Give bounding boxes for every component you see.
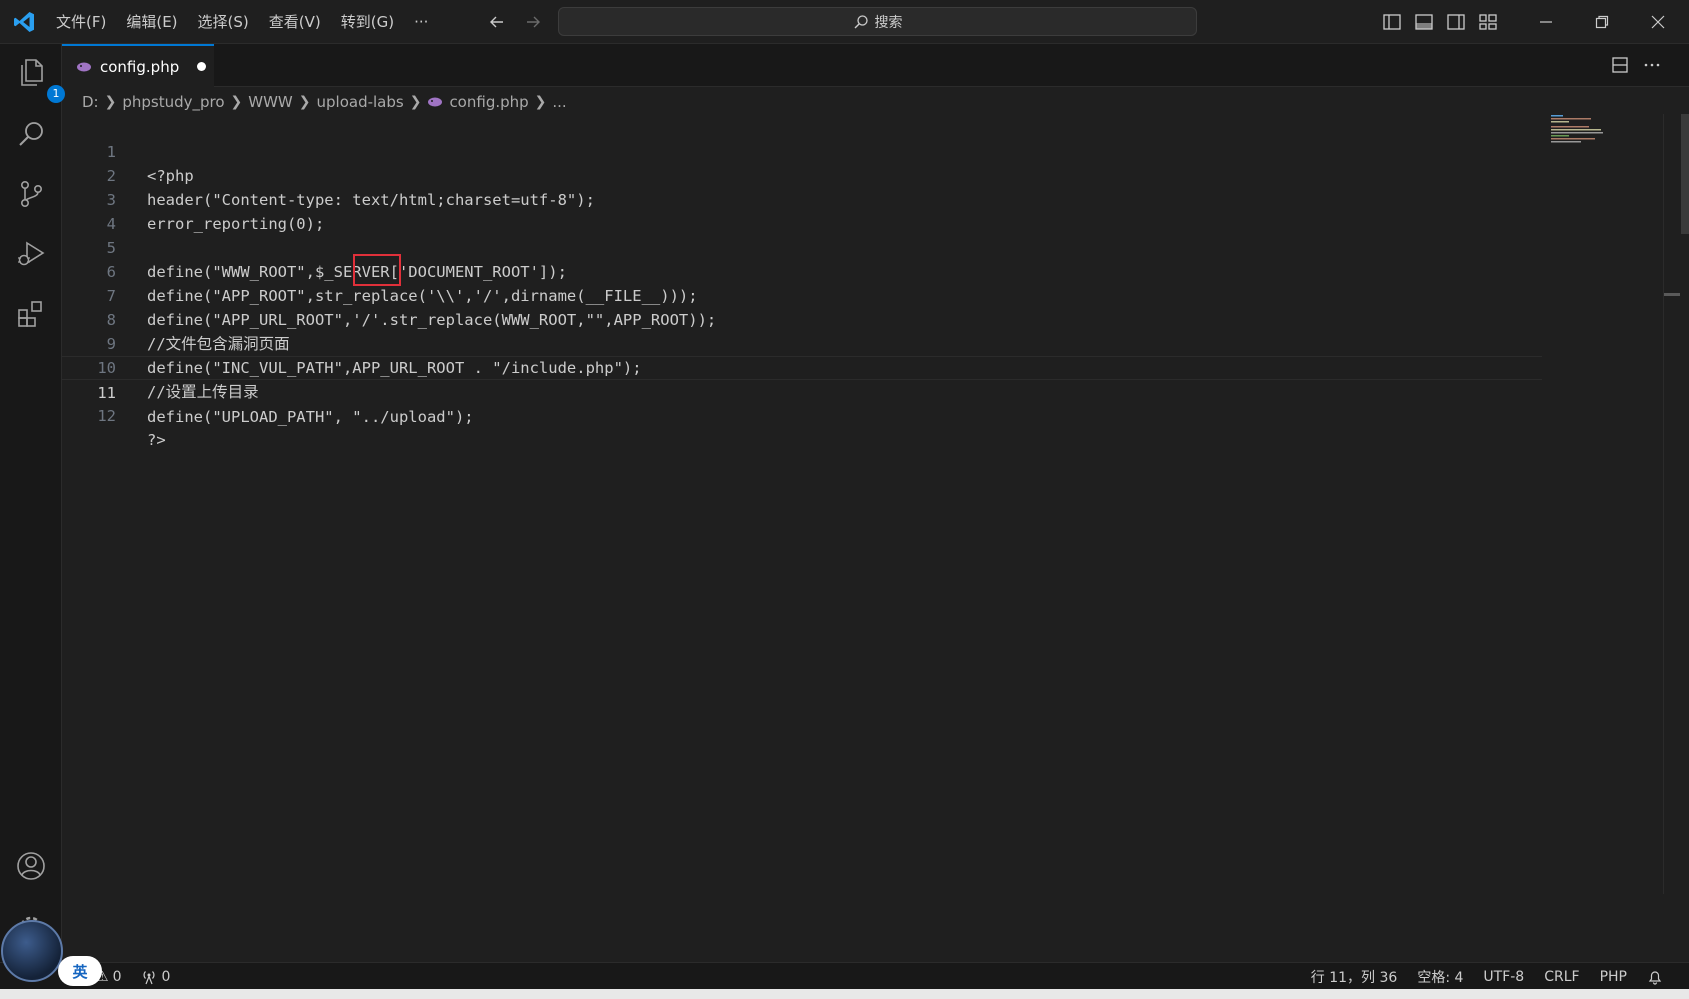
tab-label: config.php	[100, 57, 180, 76]
minimap[interactable]	[1551, 114, 1619, 144]
indentation[interactable]: 空格: 4	[1417, 967, 1463, 987]
menu-more[interactable]: ···	[404, 0, 438, 44]
activity-bar: 1	[0, 44, 65, 962]
breadcrumb-upload-labs[interactable]: upload-labs	[317, 93, 404, 111]
source-control-button[interactable]	[15, 178, 47, 210]
language-mode[interactable]: PHP	[1600, 969, 1627, 985]
highlight-annotation-box	[353, 254, 401, 286]
code-line[interactable]: 12 ?>	[62, 380, 1542, 449]
ports-count: 0	[161, 968, 171, 985]
minimize-button[interactable]	[1518, 0, 1574, 44]
ime-language-indicator[interactable]: 英	[58, 956, 102, 986]
close-icon	[1651, 15, 1665, 29]
line-number: 12	[97, 407, 116, 425]
taskbar-edge	[0, 989, 1689, 999]
command-center-search[interactable]: 搜索	[558, 7, 1197, 36]
close-window-button[interactable]	[1630, 0, 1686, 44]
files-icon	[21, 59, 43, 86]
scrollbar-cursor-marker	[1664, 293, 1680, 296]
code-line[interactable]: 8 //文件包含漏洞页面	[62, 284, 1542, 353]
back-arrow-icon[interactable]	[486, 11, 508, 33]
title-bar: 文件(F) 编辑(E) 选择(S) 查看(V) 转到(G) ··· 搜索	[0, 0, 1689, 44]
explorer-button[interactable]: 1	[15, 56, 65, 103]
extensions-icon	[18, 301, 42, 327]
toggle-secondary-sidebar-icon[interactable]	[1446, 12, 1466, 32]
line-content: ?>	[147, 431, 166, 449]
code-line[interactable]: 9 define("INC_VUL_PATH",APP_URL_ROOT . "…	[62, 308, 1542, 377]
search-placeholder: 搜索	[874, 14, 903, 31]
code-line[interactable]: 6 define("APP_ROOT",str_replace('\\','/'…	[62, 236, 1542, 305]
restore-icon	[1595, 15, 1609, 29]
toggle-primary-sidebar-icon[interactable]	[1382, 12, 1402, 32]
vertical-scrollbar[interactable]	[1663, 114, 1677, 894]
breadcrumb: D: ❯ phpstudy_pro ❯ WWW ❯ upload-labs ❯ …	[82, 89, 567, 115]
code-line[interactable]: 2 header("Content-type: text/html;charse…	[62, 140, 1542, 209]
menu-edit[interactable]: 编辑(E)	[116, 0, 187, 44]
floating-avatar[interactable]	[1, 920, 63, 982]
code-line[interactable]: 4	[62, 188, 1542, 233]
code-line[interactable]: 3 error_reporting(0);	[62, 164, 1542, 233]
extensions-button[interactable]	[15, 298, 47, 330]
breadcrumb-phpstudy[interactable]: phpstudy_pro	[122, 93, 224, 111]
broadcast-icon	[144, 970, 155, 984]
minimize-icon	[1540, 21, 1552, 23]
explorer-badge: 1	[47, 85, 65, 103]
chevron-right-icon: ❯	[104, 94, 117, 110]
menu-bar: 文件(F) 编辑(E) 选择(S) 查看(V) 转到(G) ···	[46, 0, 438, 44]
chevron-right-icon: ❯	[534, 94, 547, 110]
breadcrumb-drive[interactable]: D:	[82, 93, 99, 111]
php-file-icon	[77, 62, 91, 71]
chevron-right-icon: ❯	[230, 94, 243, 110]
vscode-logo-icon	[14, 12, 34, 32]
split-editor-icon[interactable]	[1611, 56, 1629, 74]
php-file-icon	[428, 97, 443, 107]
menu-selection[interactable]: 选择(S)	[188, 0, 259, 44]
status-bar: ⚠ 0 0 行 11，列 36 空格: 4 UTF-8 CRLF PHP	[0, 962, 1689, 989]
run-debug-icon	[18, 241, 45, 266]
chevron-right-icon: ❯	[409, 94, 422, 110]
menu-view[interactable]: 查看(V)	[259, 0, 331, 44]
search-icon	[854, 14, 868, 28]
account-icon	[17, 852, 45, 880]
breadcrumb-www[interactable]: WWW	[248, 93, 293, 111]
forward-arrow-icon[interactable]	[522, 11, 544, 33]
customize-layout-icon[interactable]	[1478, 12, 1498, 32]
warnings-count: 0	[112, 968, 122, 985]
search-icon	[19, 122, 43, 146]
toggle-panel-icon[interactable]	[1414, 12, 1434, 32]
more-actions-icon[interactable]	[1643, 56, 1661, 74]
code-line[interactable]: 1 <?php	[62, 116, 1542, 185]
editor-tab-bar: config.php	[62, 44, 1689, 87]
code-line[interactable]: 10 //设置上传目录	[62, 332, 1542, 401]
cursor-position[interactable]: 行 11，列 36	[1311, 967, 1398, 987]
code-line-current[interactable]: 11 define("UPLOAD_PATH", "../upload");	[62, 356, 1542, 426]
code-line[interactable]: 7 define("APP_URL_ROOT",'/'.str_replace(…	[62, 260, 1542, 329]
menu-go[interactable]: 转到(G)	[331, 0, 404, 44]
run-debug-button[interactable]	[15, 238, 47, 270]
encoding[interactable]: UTF-8	[1483, 969, 1524, 985]
code-editor[interactable]: 1 <?php 2 header("Content-type: text/htm…	[62, 116, 1662, 896]
accounts-button[interactable]	[15, 850, 47, 882]
code-line[interactable]: 5 define("WWW_ROOT",$_SERVER['DOCUMENT_R…	[62, 212, 1542, 281]
chevron-right-icon: ❯	[298, 94, 311, 110]
end-of-line[interactable]: CRLF	[1544, 969, 1579, 985]
source-control-icon	[21, 180, 42, 207]
ports-indicator[interactable]: 0	[141, 969, 170, 985]
window-edge-scrollbar[interactable]	[1681, 114, 1689, 234]
tab-config-php[interactable]: config.php	[62, 44, 214, 87]
breadcrumb-symbols[interactable]: ...	[552, 93, 566, 111]
breadcrumb-file[interactable]: config.php	[449, 93, 528, 111]
notifications-bell-icon[interactable]	[1647, 969, 1663, 985]
unsaved-dot-icon[interactable]	[197, 62, 207, 71]
search-view-button[interactable]	[15, 118, 47, 150]
menu-file[interactable]: 文件(F)	[46, 0, 116, 44]
restore-button[interactable]	[1574, 0, 1630, 44]
line-content: define("UPLOAD_PATH", "../upload");	[147, 408, 474, 426]
